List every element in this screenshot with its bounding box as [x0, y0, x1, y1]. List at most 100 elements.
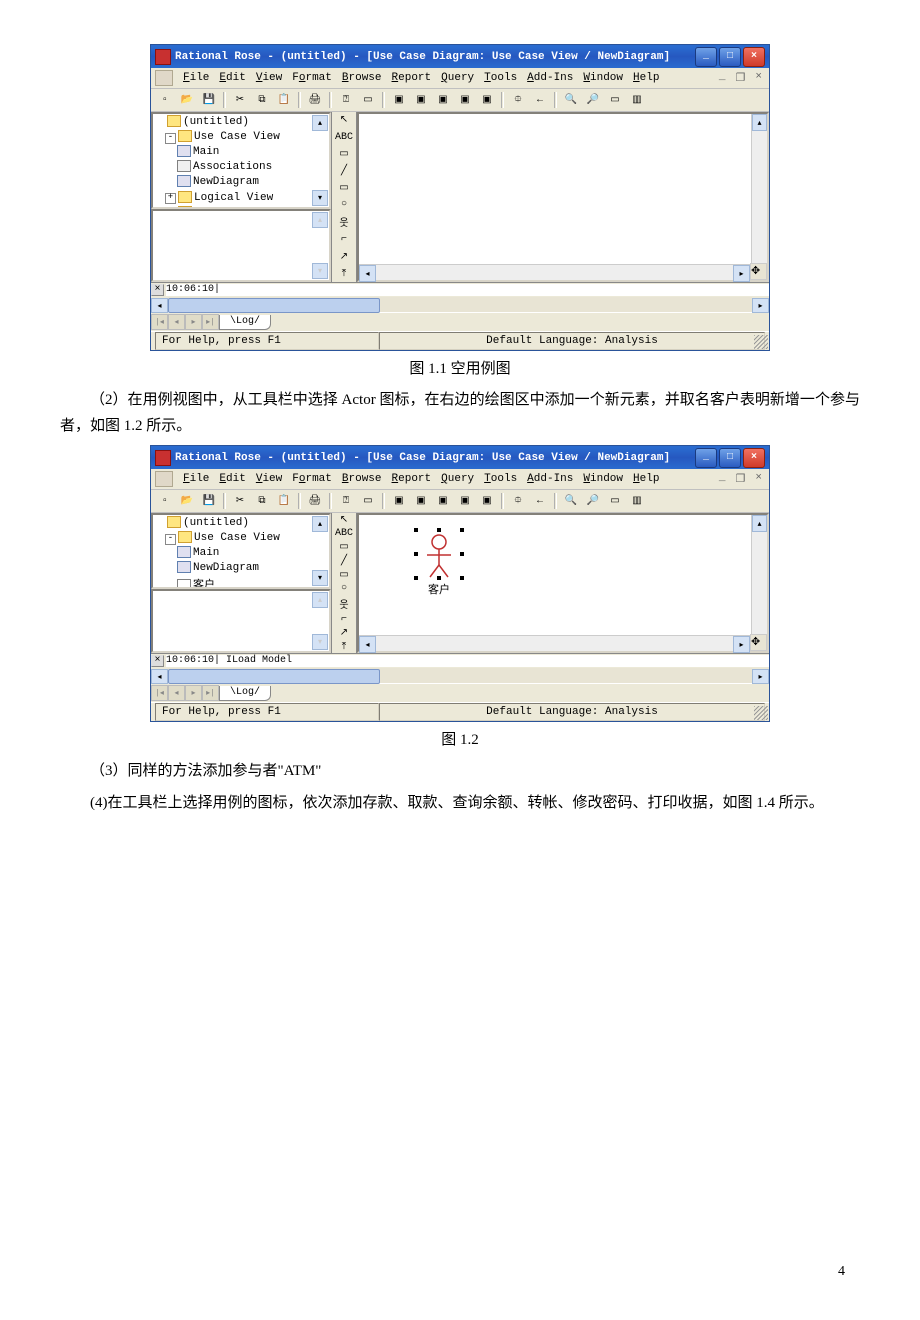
paste-icon[interactable]: 📋 — [274, 91, 294, 110]
scroll-up-icon[interactable]: ▴ — [312, 592, 328, 608]
tab-last-icon[interactable]: ▸| — [202, 685, 219, 701]
menu-query[interactable]: Query — [437, 472, 478, 486]
save-icon[interactable]: 💾 — [199, 91, 219, 110]
pan-icon[interactable]: ✥ — [750, 263, 767, 280]
dependency-tool[interactable]: ↗ — [332, 248, 356, 265]
menu-help[interactable]: Help — [629, 71, 663, 85]
dependency-tool[interactable]: ↗ — [332, 626, 356, 640]
log-tab[interactable]: \Log/ — [219, 686, 271, 701]
title-bar[interactable]: Rational Rose - (untitled) - [Use Case D… — [151, 45, 769, 68]
fit-window-icon[interactable]: ▭ — [605, 492, 625, 511]
menu-addins[interactable]: Add-Ins — [523, 71, 577, 85]
zoom-tool-icon[interactable]: ⯐ — [508, 91, 528, 110]
mdi-restore-button[interactable]: ❐ — [733, 71, 749, 85]
tab-next-icon[interactable]: ▸ — [185, 314, 202, 330]
tab-prev-icon[interactable]: ◂ — [168, 314, 185, 330]
close-button[interactable]: × — [743, 448, 765, 468]
tree-logical-view[interactable]: +Logical View — [165, 190, 329, 206]
package-tool[interactable]: ▭ — [332, 180, 356, 197]
menu-report[interactable]: Report — [388, 472, 436, 486]
tree-usecase-view[interactable]: -Use Case View Main NewDiagram 客户 Associ… — [165, 530, 329, 589]
canvas-vscroll[interactable]: ▴▾ — [751, 515, 767, 651]
browse-parent-icon[interactable]: ▣ — [411, 492, 431, 511]
undo-icon[interactable]: ← — [530, 91, 550, 110]
menu-edit[interactable]: Edit — [215, 71, 249, 85]
view-doc-icon[interactable]: ▭ — [358, 492, 378, 511]
new-icon[interactable]: ▫ — [155, 492, 175, 511]
title-bar[interactable]: Rational Rose - (untitled) - [Use Case D… — [151, 446, 769, 469]
menu-browse[interactable]: Browse — [338, 71, 386, 85]
log-close-button[interactable]: × — [151, 284, 164, 296]
menu-tools[interactable]: Tools — [480, 71, 521, 85]
print-icon[interactable]: 🖨 — [305, 91, 325, 110]
usecase-tool[interactable]: ○ — [332, 196, 356, 213]
scroll-up-icon[interactable]: ▴ — [752, 114, 767, 131]
mdi-close-button[interactable]: × — [752, 71, 765, 85]
paste-icon[interactable]: 📋 — [274, 492, 294, 511]
menu-report[interactable]: Report — [388, 71, 436, 85]
print-icon[interactable]: 🖨 — [305, 492, 325, 511]
tree-main[interactable]: Main — [177, 144, 329, 159]
undoc-icon[interactable]: ▥ — [627, 492, 647, 511]
menu-view[interactable]: View — [252, 71, 286, 85]
tab-next-icon[interactable]: ▸ — [185, 685, 202, 701]
undoc-icon[interactable]: ▥ — [627, 91, 647, 110]
minimize-button[interactable]: _ — [695, 47, 717, 67]
text-tool[interactable]: ABC — [332, 129, 356, 146]
actor-tool[interactable]: 웃 — [332, 213, 356, 231]
browser-tree[interactable]: ▴ ▾ (untitled) -Use Case View Main NewDi… — [151, 513, 331, 589]
canvas-hscroll[interactable]: ◂▸ — [359, 264, 750, 280]
documentation-pane[interactable]: ▴ ▾ — [151, 209, 331, 282]
cut-icon[interactable]: ✂ — [230, 492, 250, 511]
text-tool[interactable]: ABC — [332, 527, 356, 540]
log-close-button[interactable]: × — [151, 655, 164, 667]
tree-newdiagram[interactable]: NewDiagram — [177, 560, 329, 575]
menu-browse[interactable]: Browse — [338, 472, 386, 486]
canvas-vscroll[interactable]: ▴▾ — [751, 114, 767, 280]
scroll-up-icon[interactable]: ▴ — [312, 516, 328, 532]
menu-file[interactable]: File — [179, 472, 213, 486]
mdi-icon[interactable] — [155, 471, 173, 487]
scroll-up-icon[interactable]: ▴ — [312, 115, 328, 131]
minimize-button[interactable]: _ — [695, 448, 717, 468]
menu-tools[interactable]: Tools — [480, 472, 521, 486]
context-help-icon[interactable]: ⍰ — [336, 492, 356, 511]
scroll-thumb[interactable] — [168, 298, 380, 313]
zoom-out-icon[interactable]: 🔎 — [583, 91, 603, 110]
mdi-minimize-button[interactable]: _ — [716, 472, 729, 486]
diagram-canvas[interactable]: ▴▾ ◂▸ ✥ — [357, 112, 769, 282]
maximize-button[interactable]: □ — [719, 47, 741, 67]
anchor-tool[interactable]: ╱ — [332, 554, 356, 568]
select-tool[interactable]: ↖ — [332, 112, 356, 129]
close-button[interactable]: × — [743, 47, 765, 67]
resize-grip-icon[interactable] — [754, 706, 768, 720]
browse-prev-icon[interactable]: ▣ — [455, 91, 475, 110]
browse-spec-icon[interactable]: ▣ — [433, 91, 453, 110]
menu-help[interactable]: Help — [629, 472, 663, 486]
undo-icon[interactable]: ← — [530, 492, 550, 511]
select-tool[interactable]: ↖ — [332, 513, 356, 527]
browse-next-icon[interactable]: ▣ — [477, 91, 497, 110]
cut-icon[interactable]: ✂ — [230, 91, 250, 110]
note-tool[interactable]: ▭ — [332, 540, 356, 554]
anchor-tool[interactable]: ╱ — [332, 163, 356, 180]
scroll-down-icon[interactable]: ▾ — [312, 634, 328, 650]
scroll-left-icon[interactable]: ◂ — [359, 265, 376, 282]
copy-icon[interactable]: ⧉ — [252, 492, 272, 511]
actor-element[interactable]: 客户 — [404, 525, 474, 600]
mdi-close-button[interactable]: × — [752, 472, 765, 486]
menu-edit[interactable]: Edit — [215, 472, 249, 486]
tree-newdiagram[interactable]: NewDiagram — [177, 174, 329, 189]
log-tab[interactable]: \Log/ — [219, 315, 271, 330]
zoom-out-icon[interactable]: 🔎 — [583, 492, 603, 511]
association-tool[interactable]: ⌐ — [332, 613, 356, 626]
association-tool[interactable]: ⌐ — [332, 231, 356, 248]
scroll-left-icon[interactable]: ◂ — [151, 669, 168, 684]
tab-prev-icon[interactable]: ◂ — [168, 685, 185, 701]
note-tool[interactable]: ▭ — [332, 146, 356, 163]
menu-file[interactable]: File — [179, 71, 213, 85]
save-icon[interactable]: 💾 — [199, 492, 219, 511]
scroll-down-icon[interactable]: ▾ — [312, 263, 328, 279]
generalize-tool[interactable]: ⤒ — [332, 265, 356, 282]
scroll-thumb[interactable] — [168, 669, 380, 684]
